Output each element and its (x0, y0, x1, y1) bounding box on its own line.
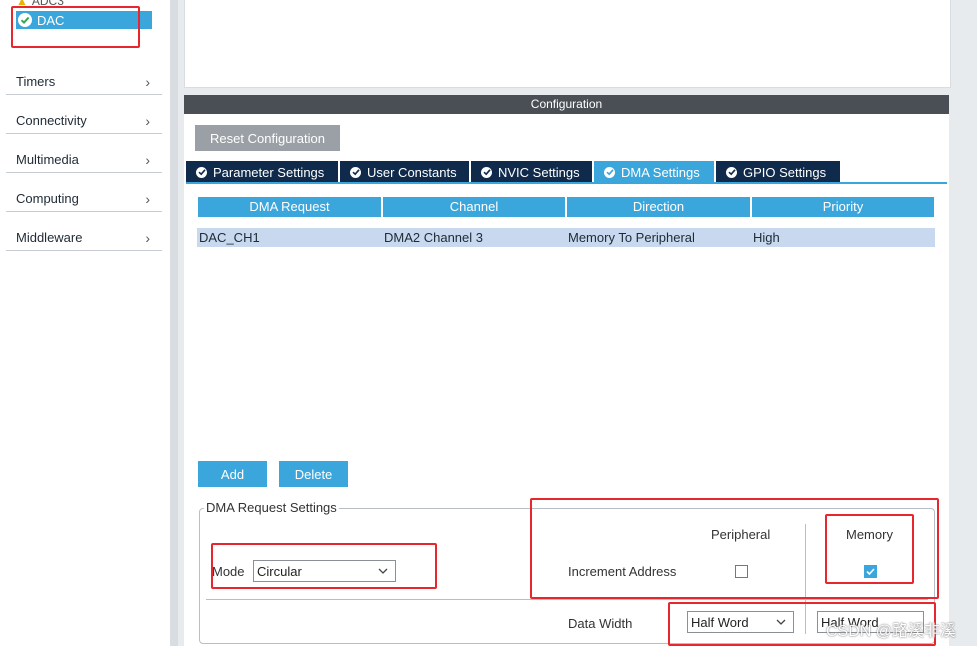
add-button[interactable]: Add (198, 461, 267, 487)
delete-button[interactable]: Delete (279, 461, 348, 487)
mode-panel (184, 0, 951, 88)
panel-divider[interactable] (170, 0, 178, 646)
peripheral-increment-checkbox[interactable] (735, 565, 748, 578)
column-separator (805, 524, 806, 634)
sidebar: ▲ ADC3 DAC Timers › Connectivity › Multimed… (0, 0, 170, 646)
sidebar-category-connectivity[interactable]: Connectivity › (6, 108, 162, 134)
sidebar-item-adc3[interactable]: ▲ ADC3 (16, 0, 64, 8)
mode-select[interactable]: Circular (253, 560, 396, 582)
chevron-down-icon (775, 616, 787, 631)
tab-nvic-settings[interactable]: NVIC Settings (471, 161, 592, 183)
config-tabs: Parameter Settings User Constants NVIC S… (186, 161, 842, 183)
warning-icon: ▲ (16, 0, 28, 8)
tab-gpio-settings[interactable]: GPIO Settings (716, 161, 840, 183)
memory-column-header: Memory (846, 527, 893, 542)
checkmark-icon (866, 568, 875, 576)
configuration-header: Configuration (184, 95, 949, 114)
chevron-right-icon: › (145, 229, 150, 246)
peripheral-data-width-select[interactable]: Half Word (687, 611, 794, 633)
peripheral-column-header: Peripheral (711, 527, 771, 542)
sidebar-category-computing[interactable]: Computing › (6, 186, 162, 212)
chevron-right-icon: › (145, 73, 150, 90)
memory-increment-checkbox[interactable] (864, 565, 877, 578)
sidebar-item-label: DAC (37, 12, 65, 28)
check-circle-icon (726, 166, 737, 178)
watermark-text: CSDN @路溪非溪 (826, 623, 957, 640)
table-cell: DMA2 Channel 3 (382, 228, 566, 247)
chevron-right-icon: › (145, 112, 150, 129)
column-header-channel[interactable]: Channel (383, 197, 565, 217)
dma-request-settings-legend: DMA Request Settings (204, 500, 339, 515)
check-circle-icon (18, 13, 32, 27)
tab-underline (186, 182, 947, 184)
sidebar-category-multimedia[interactable]: Multimedia › (6, 147, 162, 173)
sidebar-category-middleware[interactable]: Middleware › (6, 225, 162, 251)
check-circle-icon (481, 166, 492, 178)
column-header-dma-request[interactable]: DMA Request (198, 197, 381, 217)
mode-label: Mode (212, 564, 245, 579)
tab-dma-settings[interactable]: DMA Settings (594, 161, 714, 183)
chevron-right-icon: › (145, 190, 150, 207)
sidebar-item-dac[interactable]: DAC (16, 11, 152, 29)
check-circle-icon (604, 166, 615, 178)
data-width-label: Data Width (568, 616, 633, 631)
sidebar-category-timers[interactable]: Timers › (6, 69, 162, 95)
tab-parameter-settings[interactable]: Parameter Settings (186, 161, 338, 183)
reset-configuration-button[interactable]: Reset Configuration (195, 125, 340, 151)
chevron-down-icon (377, 565, 389, 580)
check-circle-icon (196, 166, 207, 178)
chevron-right-icon: › (145, 151, 150, 168)
column-header-direction[interactable]: Direction (567, 197, 750, 217)
check-circle-icon (350, 166, 361, 178)
tab-user-constants[interactable]: User Constants (340, 161, 469, 183)
table-cell: Memory To Peripheral (566, 228, 751, 247)
table-cell: High (751, 228, 935, 247)
settings-row-divider (206, 599, 928, 600)
column-header-priority[interactable]: Priority (752, 197, 934, 217)
table-cell: DAC_CH1 (197, 228, 382, 247)
increment-address-label: Increment Address (568, 564, 677, 579)
